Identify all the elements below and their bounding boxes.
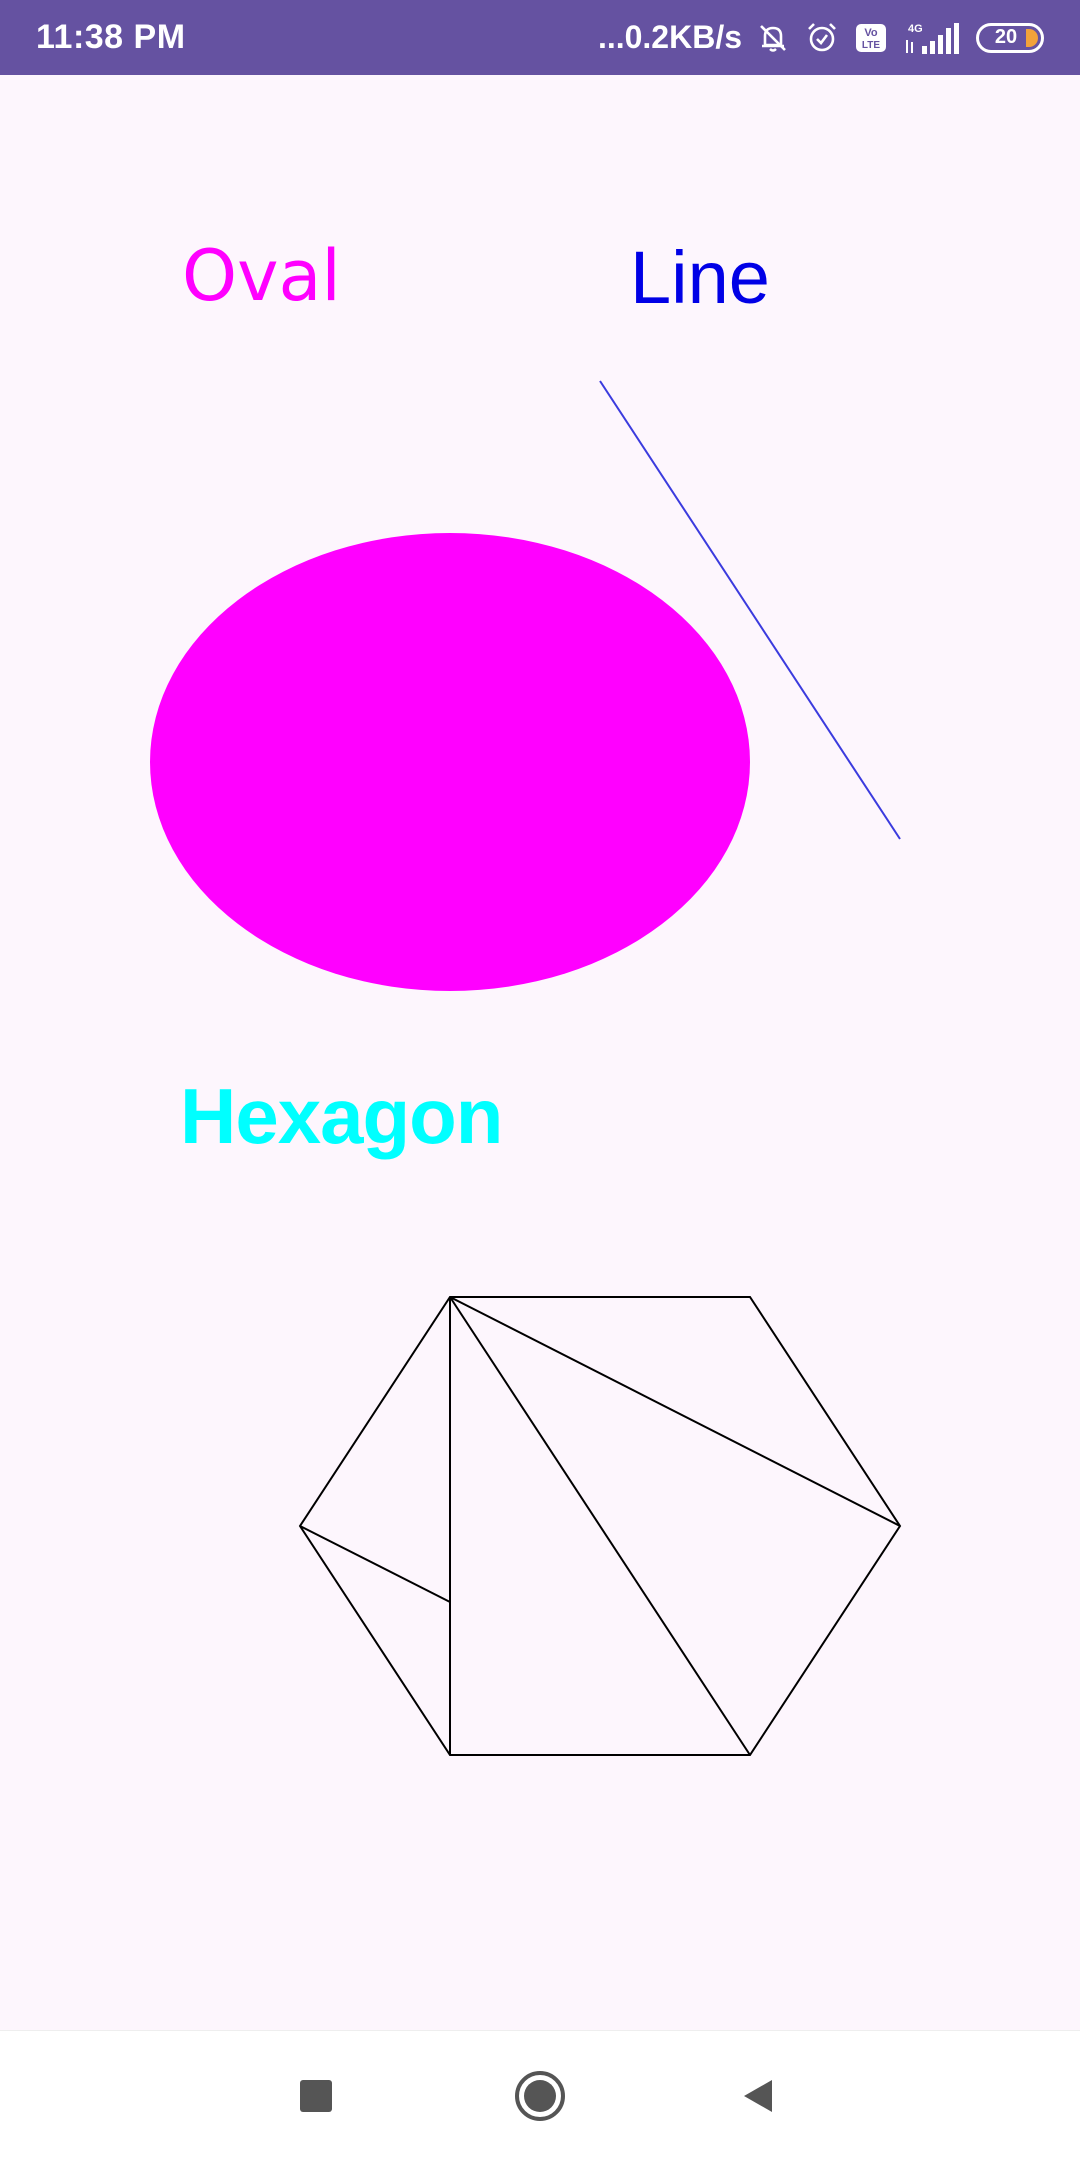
home-icon[interactable] <box>490 2046 590 2146</box>
battery-level <box>1026 28 1038 47</box>
back-icon[interactable] <box>710 2046 810 2146</box>
oval-shape <box>150 533 750 991</box>
shapes-drawing <box>150 380 902 1756</box>
alarm-icon <box>804 20 840 56</box>
svg-text:4G: 4G <box>908 23 923 35</box>
recent-apps-icon[interactable] <box>266 2046 366 2146</box>
svg-text:Vo: Vo <box>864 27 878 39</box>
drawing-canvas: Oval Line Hexagon <box>0 75 1080 2030</box>
battery-percent: 20 <box>994 26 1018 48</box>
status-icons: ...0.2KB/s Vo LTE 4G 20 <box>598 19 1044 56</box>
navigation-bar <box>0 2030 1080 2161</box>
battery-icon: 20 <box>976 22 1044 53</box>
volte-icon: Vo LTE <box>854 21 888 55</box>
network-speed: ...0.2KB/s <box>597 19 742 55</box>
svg-text:LTE: LTE <box>862 40 880 51</box>
mute-bell-icon <box>756 21 790 55</box>
status-time: 11:38 PM <box>36 18 186 56</box>
status-bar: 11:38 PM ...0.2KB/s Vo LTE 4G 20 <box>0 0 1080 75</box>
4g-signal-icon: 4G <box>902 20 962 56</box>
hexagon-shape <box>298 1296 902 1756</box>
